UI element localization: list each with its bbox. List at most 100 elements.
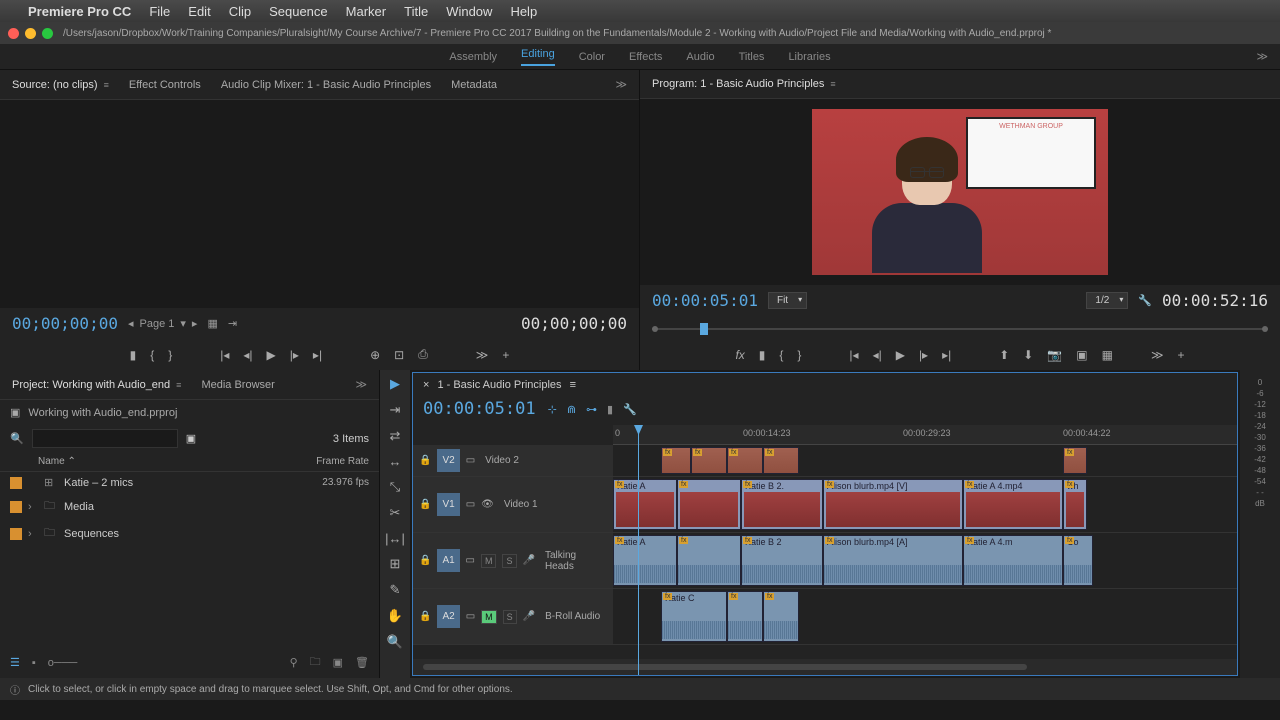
- track-label[interactable]: V2: [437, 449, 459, 472]
- timeline-clip[interactable]: fx: [727, 447, 763, 474]
- track-label[interactable]: V1: [437, 493, 459, 516]
- timeline-clip[interactable]: fx: [691, 447, 727, 474]
- project-tab-menu-icon[interactable]: ≡: [176, 380, 181, 390]
- solo-button[interactable]: S: [503, 610, 517, 624]
- timeline-clip[interactable]: fxKatie B 2: [741, 535, 823, 586]
- timeline-clip[interactable]: fx: [763, 591, 799, 642]
- program-duration[interactable]: 00:00:52:16: [1162, 291, 1268, 310]
- play-icon[interactable]: ▶: [267, 348, 276, 362]
- page-dropdown-icon[interactable]: ▾: [180, 317, 186, 330]
- export-frame-icon[interactable]: ⎙: [418, 347, 428, 362]
- workspace-color[interactable]: Color: [579, 51, 605, 63]
- timeline-clip[interactable]: fx: [1063, 447, 1087, 474]
- toggle-output-icon[interactable]: 👁: [481, 499, 494, 510]
- track-label[interactable]: A1: [437, 549, 459, 572]
- sequence-name[interactable]: 1 - Basic Audio Principles: [437, 379, 561, 391]
- timeline-settings-icon[interactable]: 🔧: [623, 403, 637, 416]
- timeline-clip[interactable]: fx: [677, 479, 741, 530]
- step-forward-icon[interactable]: |▸: [919, 348, 928, 362]
- workspace-libraries[interactable]: Libraries: [788, 51, 830, 63]
- workspace-overflow-icon[interactable]: ≫: [1256, 50, 1268, 63]
- workspace-titles[interactable]: Titles: [739, 51, 765, 63]
- program-transport-more-icon[interactable]: ≫: [1151, 348, 1164, 362]
- step-forward-icon[interactable]: |▸: [290, 348, 299, 362]
- source-transport-add-icon[interactable]: +: [502, 348, 509, 362]
- solo-button[interactable]: S: [502, 554, 516, 568]
- page-next-icon[interactable]: ▸: [192, 317, 198, 330]
- mark-in-icon[interactable]: {: [779, 348, 783, 362]
- workspace-effects[interactable]: Effects: [629, 51, 662, 63]
- source-patch-icon[interactable]: ▭: [466, 611, 475, 622]
- settings-wrench-icon[interactable]: 🔧: [1138, 294, 1152, 307]
- slip-tool-icon[interactable]: |↔|: [385, 531, 405, 546]
- source-tabs-overflow-icon[interactable]: ≫: [615, 78, 627, 91]
- timeline-clip[interactable]: fx: [763, 447, 799, 474]
- new-item-icon[interactable]: ▣: [333, 656, 343, 669]
- timeline-clip[interactable]: fx: [727, 591, 763, 642]
- timeline-clip[interactable]: fxKatie A 4.m: [963, 535, 1063, 586]
- step-back-icon[interactable]: ◂|: [243, 348, 252, 362]
- marker-icon[interactable]: ▮: [759, 348, 766, 362]
- col-framerate[interactable]: Frame Rate: [230, 456, 369, 467]
- menu-sequence[interactable]: Sequence: [269, 4, 328, 19]
- page-prev-icon[interactable]: ◂: [128, 317, 134, 330]
- lock-icon[interactable]: 🔒: [419, 555, 431, 566]
- source-patch-icon[interactable]: ▭: [466, 555, 475, 566]
- menu-marker[interactable]: Marker: [346, 4, 386, 19]
- timeline-clip[interactable]: fx: [661, 447, 691, 474]
- tab-effect-controls[interactable]: Effect Controls: [129, 79, 201, 91]
- app-name[interactable]: Premiere Pro CC: [28, 4, 131, 19]
- label-swatch[interactable]: [10, 501, 22, 513]
- track-label[interactable]: A2: [437, 605, 459, 628]
- hand-tool-icon[interactable]: ✋: [387, 608, 403, 624]
- go-to-in-icon[interactable]: |◂: [220, 348, 229, 362]
- program-monitor[interactable]: WETHMAN GROUP: [640, 99, 1280, 285]
- zoom-slider[interactable]: o───: [48, 657, 78, 669]
- source-monitor[interactable]: [0, 100, 639, 308]
- zoom-tool-icon[interactable]: 🔍: [387, 634, 403, 650]
- source-transport-more-icon[interactable]: ≫: [476, 348, 489, 362]
- workspace-editing[interactable]: Editing: [521, 48, 555, 66]
- selection-tool-icon[interactable]: ▶: [390, 376, 400, 392]
- mark-out-icon[interactable]: }: [797, 348, 801, 362]
- project-tabs-overflow-icon[interactable]: ≫: [355, 378, 367, 391]
- timeline-clip[interactable]: fxKatie A: [613, 479, 677, 530]
- play-icon[interactable]: ▶: [896, 348, 905, 362]
- timeline-clip[interactable]: fx: [677, 535, 741, 586]
- tab-media-browser[interactable]: Media Browser: [201, 379, 274, 391]
- workspace-audio[interactable]: Audio: [686, 51, 714, 63]
- lock-icon[interactable]: 🔒: [419, 611, 431, 622]
- col-name[interactable]: Name ⌃: [10, 456, 230, 467]
- sequence-menu-icon[interactable]: ≡: [570, 379, 576, 391]
- slide-tool-icon[interactable]: ⊞: [390, 556, 401, 572]
- label-swatch[interactable]: [10, 477, 22, 489]
- workspace-assembly[interactable]: Assembly: [449, 51, 497, 63]
- expand-icon[interactable]: ›: [28, 528, 38, 540]
- menu-window[interactable]: Window: [446, 4, 492, 19]
- timeline-ruler[interactable]: 0 00:00:14:23 00:00:29:23 00:00:44:22: [613, 425, 1237, 445]
- add-marker-icon[interactable]: ▮: [607, 403, 613, 416]
- insert-icon[interactable]: ⊕: [370, 348, 380, 362]
- source-out-timecode[interactable]: 00;00;00;00: [521, 314, 627, 333]
- fx-bypass-icon[interactable]: fx: [735, 348, 744, 362]
- overwrite-icon[interactable]: ⊡: [394, 348, 404, 362]
- timeline-clip[interactable]: fxCo: [1063, 535, 1093, 586]
- comparison-view-icon[interactable]: ▣: [1076, 348, 1087, 362]
- close-window-button[interactable]: [8, 28, 19, 39]
- page-label[interactable]: Page 1: [140, 318, 175, 330]
- menu-help[interactable]: Help: [510, 4, 537, 19]
- project-row[interactable]: ⊞ Katie – 2 mics 23.976 fps: [0, 472, 379, 493]
- mute-button[interactable]: M: [481, 610, 497, 624]
- track-select-tool-icon[interactable]: ⇥: [390, 402, 401, 418]
- expand-icon[interactable]: ›: [28, 501, 38, 513]
- filter-bin-icon[interactable]: ▣: [186, 432, 196, 445]
- menu-file[interactable]: File: [149, 4, 170, 19]
- menu-clip[interactable]: Clip: [229, 4, 251, 19]
- program-timecode[interactable]: 00:00:05:01: [652, 291, 758, 310]
- timeline-clip[interactable]: fxAlison blurb.mp4 [V]: [823, 479, 963, 530]
- tab-project[interactable]: Project: Working with Audio_end: [12, 379, 170, 391]
- program-transport-add-icon[interactable]: +: [1178, 348, 1185, 362]
- source-trim-icon[interactable]: ⇥: [228, 317, 237, 330]
- lock-icon[interactable]: 🔒: [419, 499, 431, 510]
- snap-icon[interactable]: ⋒: [567, 403, 576, 416]
